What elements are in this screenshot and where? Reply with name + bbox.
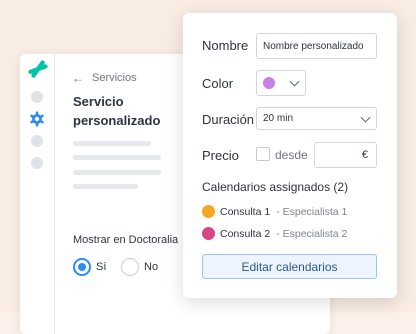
- calendar-specialist: - Especialista 1: [276, 205, 348, 218]
- placeholder-line: [73, 170, 161, 175]
- show-in-doctoralia-label: Mostrar en Doctoralia: [73, 234, 179, 246]
- gear-icon[interactable]: [29, 111, 45, 127]
- duration-select[interactable]: 20 min: [256, 107, 377, 130]
- nav-dot-1[interactable]: [31, 91, 43, 103]
- breadcrumb[interactable]: ← Servicios: [72, 71, 137, 85]
- edit-calendars-button[interactable]: Editar calendarios: [202, 254, 377, 279]
- calendars-title: Calendarios assignados (2): [202, 180, 349, 194]
- euro-symbol: €: [361, 149, 368, 161]
- radio-no-label[interactable]: No: [144, 261, 158, 273]
- arrow-left-icon[interactable]: ←: [72, 71, 84, 85]
- calendar-color-dot: [202, 227, 215, 240]
- name-field-value[interactable]: Nombre personalizado: [263, 41, 364, 52]
- radio-no[interactable]: [121, 258, 139, 276]
- calendar-name: Consulta 1: [220, 205, 271, 218]
- list-item: Consulta 2 - Especialista 2: [202, 227, 347, 240]
- price-input[interactable]: €: [314, 142, 377, 168]
- doctoralia-logo-icon: [28, 60, 48, 78]
- duration-value[interactable]: 20 min: [263, 113, 293, 124]
- duration-label: Duración: [202, 112, 255, 127]
- sidebar-rail: [20, 54, 55, 334]
- name-label: Nombre: [202, 38, 249, 53]
- chevron-down-icon: [289, 76, 300, 87]
- radio-yes[interactable]: [73, 258, 91, 276]
- breadcrumb-label[interactable]: Servicios: [92, 72, 137, 84]
- nav-dot-3[interactable]: [31, 135, 43, 147]
- name-field[interactable]: Nombre personalizado: [256, 33, 377, 59]
- color-select[interactable]: [256, 70, 306, 96]
- price-label: Precio: [202, 148, 239, 163]
- calendar-name: Consulta 2: [220, 227, 271, 240]
- desde-checkbox[interactable]: [256, 147, 270, 161]
- service-form-modal: Nombre Nombre personalizado Color Duraci…: [183, 13, 397, 298]
- page-title: Servicio personalizado: [73, 94, 161, 128]
- radio-yes-label[interactable]: Sí: [96, 261, 106, 273]
- nav-dot-4[interactable]: [31, 157, 43, 169]
- chevron-down-icon: [360, 112, 371, 123]
- calendar-specialist: - Especialista 2: [276, 227, 348, 240]
- placeholder-line: [73, 155, 161, 160]
- calendar-color-dot: [202, 205, 215, 218]
- list-item: Consulta 1 - Especialista 1: [202, 205, 347, 218]
- color-swatch: [263, 77, 275, 89]
- placeholder-line: [73, 184, 138, 189]
- desde-label: desde: [275, 148, 308, 162]
- placeholder-line: [73, 141, 151, 146]
- color-label: Color: [202, 76, 234, 91]
